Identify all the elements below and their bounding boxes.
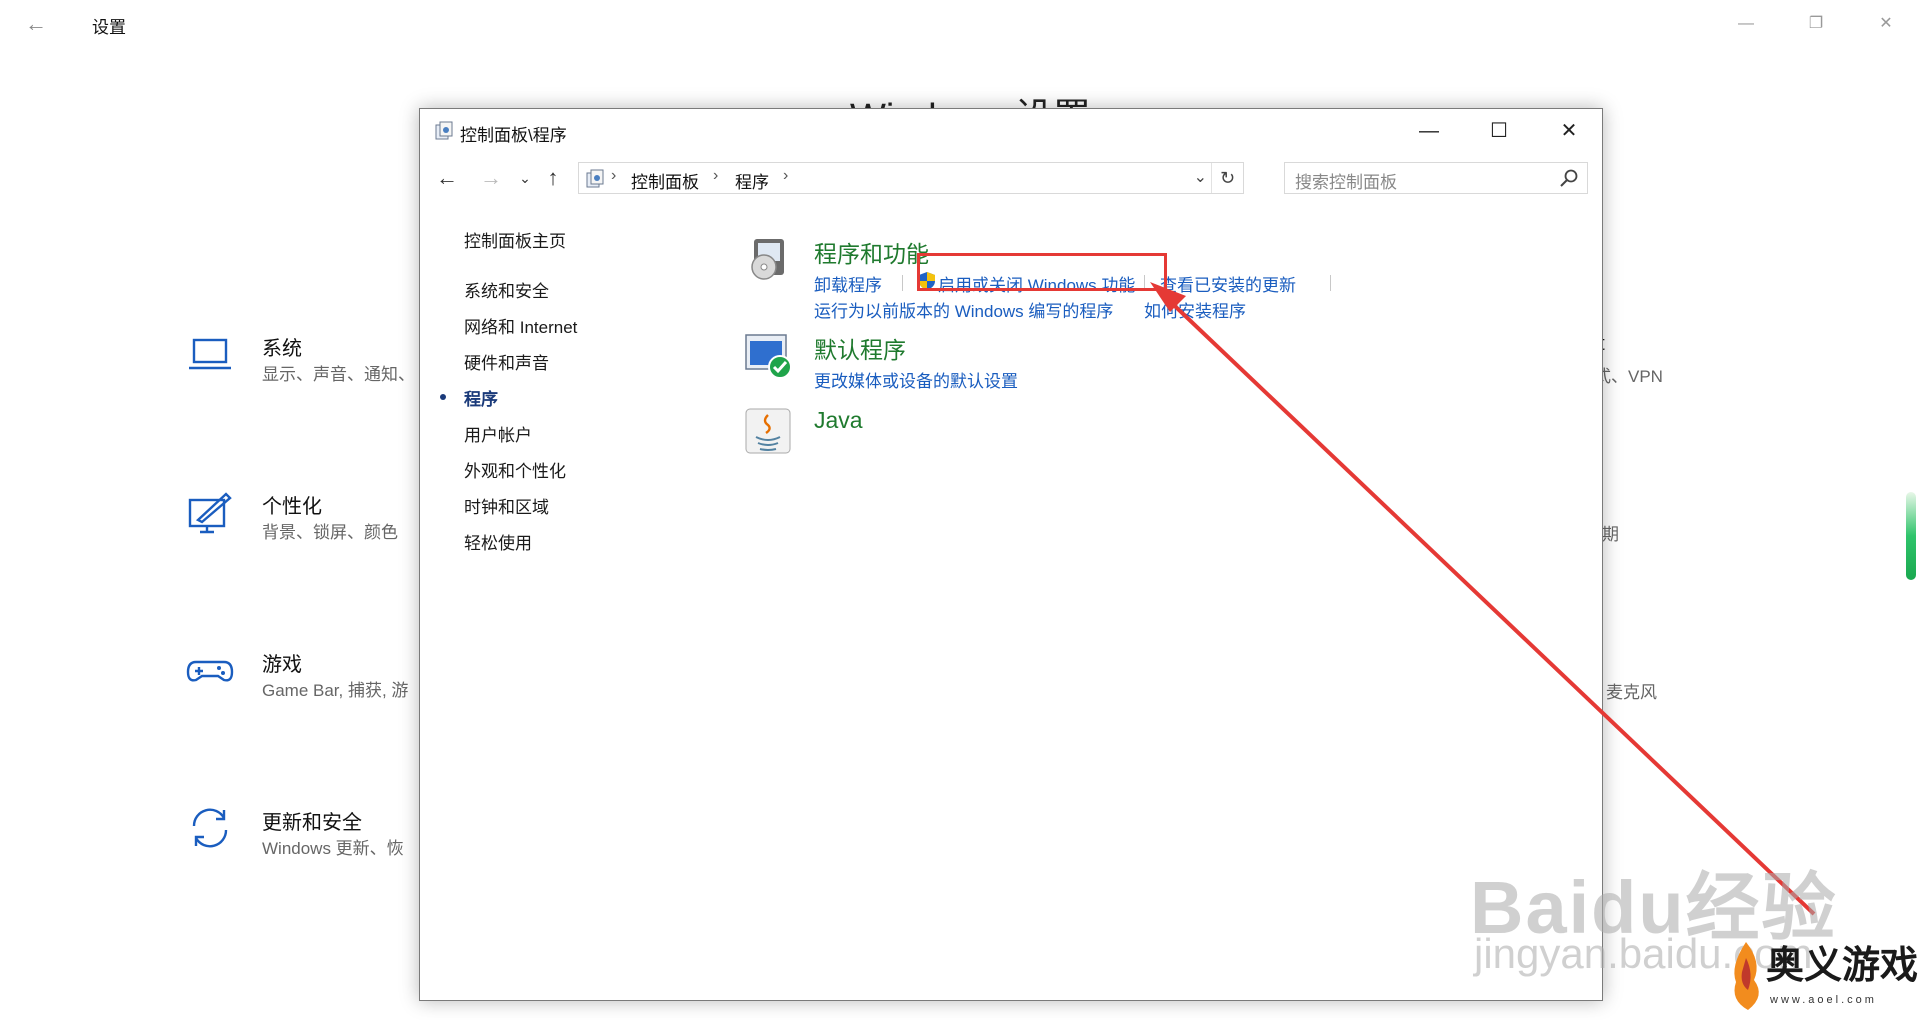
sidebar-item-clock-region[interactable]: 时钟和区域 [464,493,549,518]
sidebar-item-network[interactable]: 网络和 Internet [464,313,577,338]
control-panel-window: 控制面板\程序 — ☐ ✕ ← → ⌄ ↑ › 控制面板 › 程序 › ⌄ ↻ … [419,108,1603,1001]
forward-arrow-icon[interactable]: → [478,164,504,192]
link-media-defaults[interactable]: 更改媒体或设备的默认设置 [814,367,1018,392]
link-uninstall[interactable]: 卸载程序 [814,271,882,296]
link-installed-updates[interactable]: 查看已安装的更新 [1160,271,1296,296]
tile-desc-fragment: 麦克风 [1606,683,1657,702]
search-placeholder: 搜索控制面板 [1295,173,1397,192]
update-icon [192,808,228,848]
programs-icon [751,239,784,280]
scrollbar-thumb[interactable] [1906,492,1916,580]
sidebar-item-appearance[interactable]: 外观和个性化 [464,457,566,482]
brand-url: www.aoel.com [1770,994,1877,1006]
maximize-icon[interactable]: ☐ [1464,109,1534,153]
back-arrow-icon[interactable]: ← [22,10,50,38]
link-how-to-install[interactable]: 如何安装程序 [1144,297,1246,322]
java-icon [745,408,791,454]
control-panel-icon [586,169,604,188]
cp-title: 控制面板\程序 [460,126,567,145]
default-programs-icon [745,334,792,379]
current-item-bullet [440,394,446,400]
search-box[interactable]: 搜索控制面板 [1284,162,1588,194]
link-separator [1330,275,1331,291]
flame-logo-icon [1734,942,1759,1010]
sidebar-item-label: 程序 [464,390,498,409]
category-heading[interactable]: 默认程序 [814,331,906,365]
category-heading[interactable]: Java [814,407,863,434]
restore-icon[interactable]: ❐ [1796,10,1836,38]
sidebar-item-hardware-sound[interactable]: 硬件和声音 [464,349,549,374]
address-bar[interactable]: › 控制面板 › 程序 › ⌄ ↻ [578,162,1244,194]
settings-title: 设置 [92,18,126,37]
breadcrumb-programs[interactable]: 程序 [735,168,769,193]
chevron-right-icon[interactable]: › [783,167,788,185]
recent-dropdown-icon[interactable]: ⌄ [512,164,538,192]
close-icon[interactable]: ✕ [1534,109,1604,153]
laptop-icon [189,338,231,370]
tile-desc: 显示、声音、通知、 [262,365,415,384]
control-panel-icon [435,121,453,140]
brand-name: 奥义游戏网 [1766,942,1920,987]
settings-titlebar: ← 设置 — ❐ ✕ [0,0,1920,48]
sidebar-item-ease-of-access[interactable]: 轻松使用 [464,529,532,554]
cp-titlebar: 控制面板\程序 — ☐ ✕ [420,109,1602,153]
highlight-box [917,253,1167,291]
cp-navbar: ← → ⌄ ↑ › 控制面板 › 程序 › ⌄ ↻ 搜索控制面板 [420,159,1602,197]
back-arrow-icon[interactable]: ← [434,164,460,192]
sidebar-item-user-accounts[interactable]: 用户帐户 [464,421,532,446]
category-heading[interactable]: 程序和功能 [814,235,929,269]
link-compatibility[interactable]: 运行为以前版本的 Windows 编写的程序 [814,297,1113,322]
tile-name: 游戏 [262,654,302,676]
tile-desc: 背景、锁屏、颜色 [262,523,398,542]
tile-name: 个性化 [262,496,322,518]
refresh-icon[interactable]: ↻ [1211,163,1243,193]
minimize-icon[interactable]: — [1394,109,1464,153]
sidebar-item-programs[interactable]: 程序 [440,385,498,410]
tile-desc: Game Bar, 捕获, 游 [262,681,409,700]
gamepad-icon [186,660,234,682]
sidebar-item-home[interactable]: 控制面板主页 [464,227,566,252]
address-dropdown-icon[interactable]: ⌄ [1194,167,1207,187]
tile-name: 系统 [262,338,302,360]
chevron-right-icon: › [611,167,617,184]
tile-desc-fragment: 式、VPN [1594,367,1663,386]
close-icon[interactable]: ✕ [1866,10,1906,38]
paint-icon [188,492,232,534]
minimize-icon[interactable]: — [1726,10,1766,38]
sidebar-item-system-security[interactable]: 系统和安全 [464,277,549,302]
link-separator [902,275,903,291]
search-icon[interactable] [1559,168,1579,188]
tile-desc: Windows 更新、恢 [262,839,404,858]
screen: ← 设置 — ❐ ✕ Windows 设置 系统 显示、声音、通知、 个性化 背… [0,0,1920,1020]
tile-name: 更新和安全 [262,812,362,834]
brand-logo: 奥义游戏网 www.aoel.com [1726,930,1920,1020]
up-arrow-icon[interactable]: ↑ [540,164,566,192]
chevron-right-icon[interactable]: › [713,167,718,185]
tile-desc-fragment: 期 [1602,525,1619,544]
breadcrumb-control-panel[interactable]: 控制面板 [631,168,699,193]
